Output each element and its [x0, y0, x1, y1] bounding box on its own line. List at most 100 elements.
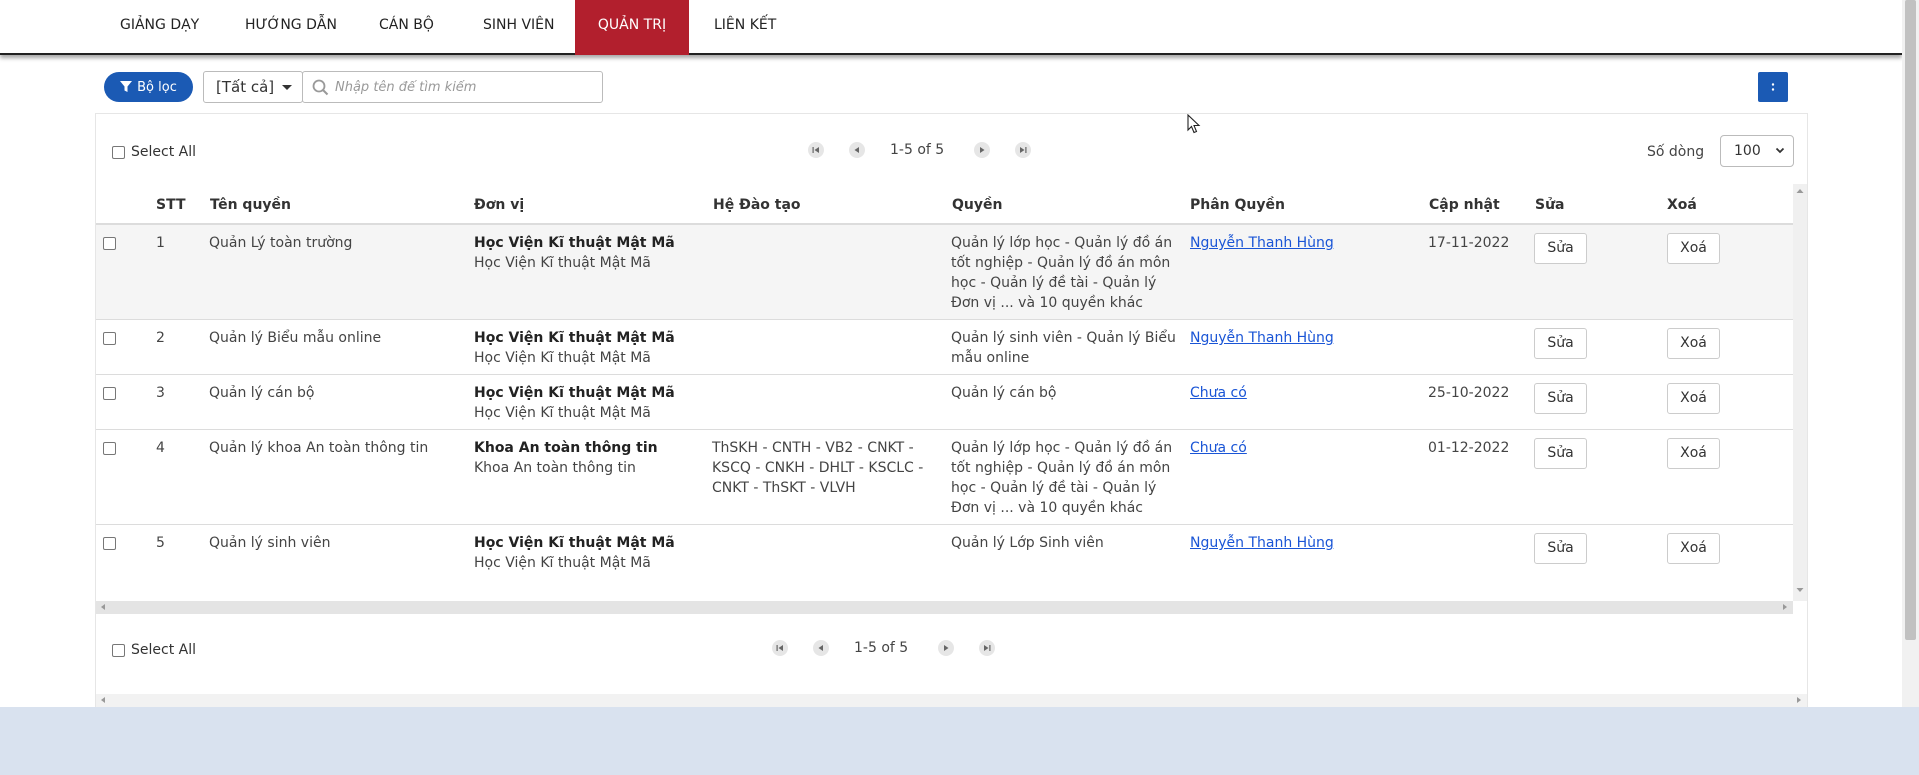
table-header: STT Tên quyền Đơn vị Hệ Đào tạo Quyền Ph…	[96, 184, 1793, 225]
last-page-button[interactable]	[979, 640, 996, 656]
scroll-left-icon	[101, 697, 105, 703]
cell-unit: Học Viện Kĩ thuật Mật Mã Học Viện Kĩ thuậ…	[474, 533, 704, 573]
cell-name: Quản lý Biểu mẫu online	[209, 330, 382, 346]
edit-button[interactable]: Sửa	[1534, 533, 1587, 564]
pagination-text: 1-5 of 5	[854, 640, 909, 656]
assign-link[interactable]: Nguyễn Thanh Hùng	[1190, 235, 1334, 251]
prev-page-button[interactable]	[813, 640, 829, 656]
select-all-checkbox[interactable]	[112, 145, 125, 159]
edit-button[interactable]: Sửa	[1534, 438, 1587, 469]
cell-rights: Quản lý sinh viên - Quản lý Biểu mẫu onl…	[951, 330, 1176, 366]
pagination-top: 1-5 of 5	[808, 142, 1056, 158]
edit-button[interactable]: Sửa	[1534, 383, 1587, 414]
row-checkbox[interactable]	[103, 237, 116, 250]
row-checkbox[interactable]	[103, 537, 116, 550]
assign-link[interactable]: Nguyễn Thanh Hùng	[1190, 330, 1334, 346]
top-navigation: GIẢNG DẠY HƯỚNG DẪN CÁN BỘ SINH VIÊN QUẢ…	[0, 0, 1902, 55]
page-scrollbar-thumb[interactable]	[1905, 0, 1916, 640]
cell-rights: Quản lý lớp học - Quản lý đồ án tốt nghi…	[951, 440, 1173, 516]
select-all-label: Select All	[131, 642, 196, 658]
cell-updated: 25-10-2022	[1428, 385, 1510, 401]
delete-button[interactable]: Xoá	[1667, 438, 1720, 469]
cell-stt: 1	[156, 235, 165, 251]
permissions-table: STT Tên quyền Đơn vị Hệ Đào tạo Quyền Ph…	[96, 184, 1807, 614]
select-all-top: Select All	[112, 144, 196, 160]
scroll-right-icon	[1797, 697, 1801, 703]
cell-name: Quản Lý toàn trường	[209, 235, 353, 251]
first-page-icon	[776, 645, 783, 651]
next-page-button[interactable]	[938, 640, 955, 656]
more-options-button[interactable]	[1758, 72, 1788, 102]
table-horizontal-scrollbar[interactable]	[96, 601, 1793, 614]
select-all-bottom: Select All	[112, 642, 196, 658]
row-checkbox[interactable]	[103, 332, 116, 345]
cell-name: Quản lý sinh viên	[209, 535, 331, 551]
assign-link[interactable]: Chưa có	[1190, 385, 1247, 401]
page-vertical-scrollbar[interactable]	[1902, 0, 1919, 707]
nav-item-sinh-vien[interactable]: SINH VIÊN	[483, 0, 555, 55]
table-row: 2 Quản lý Biểu mẫu online Học Viện Kĩ th…	[96, 320, 1793, 375]
pagination-bottom: 1-5 of 5	[772, 640, 1020, 656]
cell-stt: 5	[156, 535, 165, 551]
first-page-icon	[812, 147, 819, 153]
table-vertical-scrollbar[interactable]	[1793, 184, 1807, 601]
cell-stt: 4	[156, 440, 165, 456]
prev-page-icon	[854, 147, 859, 153]
permissions-panel: Select All 1-5 of 5 Số dòng 100 STT Tên …	[95, 113, 1808, 708]
caret-down-icon	[282, 85, 292, 90]
nav-item-quan-tri[interactable]: QUẢN TRỊ	[575, 0, 689, 55]
cell-stt: 2	[156, 330, 165, 346]
scroll-left-icon	[101, 604, 105, 610]
prev-page-button[interactable]	[849, 142, 865, 158]
scroll-right-icon	[1783, 604, 1787, 610]
delete-button[interactable]: Xoá	[1667, 233, 1720, 264]
header-phan-quyen: Phân Quyền	[1190, 197, 1285, 213]
header-stt: STT	[156, 197, 186, 213]
filter-button-label: Bộ lọc	[137, 79, 177, 95]
panel-horizontal-scrollbar[interactable]	[96, 694, 1807, 707]
cell-assign: Chưa có	[1190, 438, 1247, 458]
edit-button[interactable]: Sửa	[1534, 328, 1587, 359]
select-all-checkbox[interactable]	[112, 643, 125, 657]
edit-button[interactable]: Sửa	[1534, 233, 1587, 264]
cell-updated: 01-12-2022	[1428, 440, 1510, 456]
nav-item-can-bo[interactable]: CÁN BỘ	[379, 0, 434, 55]
search-icon	[312, 79, 329, 96]
prev-page-icon	[818, 645, 823, 651]
row-checkbox[interactable]	[103, 387, 116, 400]
cell-assign: Nguyễn Thanh Hùng	[1190, 233, 1334, 253]
cell-assign: Nguyễn Thanh Hùng	[1190, 328, 1334, 348]
last-page-button[interactable]	[1015, 142, 1032, 158]
unit-bold: Khoa An toàn thông tin	[474, 440, 658, 456]
cell-rights: Quản lý Lớp Sinh viên	[951, 535, 1104, 551]
assign-link[interactable]: Nguyễn Thanh Hùng	[1190, 535, 1334, 551]
nav-item-lien-ket[interactable]: LIÊN KẾT	[714, 0, 776, 55]
unit-text: Học Viện Kĩ thuật Mật Mã	[474, 350, 651, 366]
nav-item-huong-dan[interactable]: HƯỚNG DẪN	[245, 0, 337, 55]
header-don-vi: Đơn vị	[474, 197, 525, 213]
rows-per-page-select[interactable]: 100	[1720, 135, 1794, 167]
table-row: 4 Quản lý khoa An toàn thông tin Khoa An…	[96, 430, 1793, 525]
table-row: 5 Quản lý sinh viên Học Viện Kĩ thuật Mậ…	[96, 525, 1793, 580]
next-page-icon	[980, 147, 985, 153]
search-input[interactable]	[335, 74, 595, 100]
type-select[interactable]: [Tất cả]	[203, 71, 303, 103]
delete-button[interactable]: Xoá	[1667, 328, 1720, 359]
list-header: Select All 1-5 of 5 Số dòng 100	[96, 114, 1807, 184]
cell-unit: Học Viện Kĩ thuật Mật Mã Học Viện Kĩ thuậ…	[474, 383, 704, 423]
next-page-icon	[944, 645, 949, 651]
header-quyen: Quyền	[952, 197, 1003, 213]
nav-item-giang-day[interactable]: GIẢNG DẠY	[120, 0, 199, 55]
cell-unit: Học Viện Kĩ thuật Mật Mã Học Viện Kĩ thuậ…	[474, 233, 704, 273]
next-page-button[interactable]	[974, 142, 991, 158]
delete-button[interactable]: Xoá	[1667, 533, 1720, 564]
first-page-button[interactable]	[772, 640, 788, 656]
first-page-button[interactable]	[808, 142, 824, 158]
delete-button[interactable]: Xoá	[1667, 383, 1720, 414]
assign-link[interactable]: Chưa có	[1190, 440, 1247, 456]
chevron-down-icon	[1775, 147, 1785, 154]
unit-text: Học Viện Kĩ thuật Mật Mã	[474, 405, 651, 421]
cell-updated: 17-11-2022	[1428, 235, 1510, 251]
row-checkbox[interactable]	[103, 442, 116, 455]
filter-button[interactable]: Bộ lọc	[104, 72, 193, 102]
